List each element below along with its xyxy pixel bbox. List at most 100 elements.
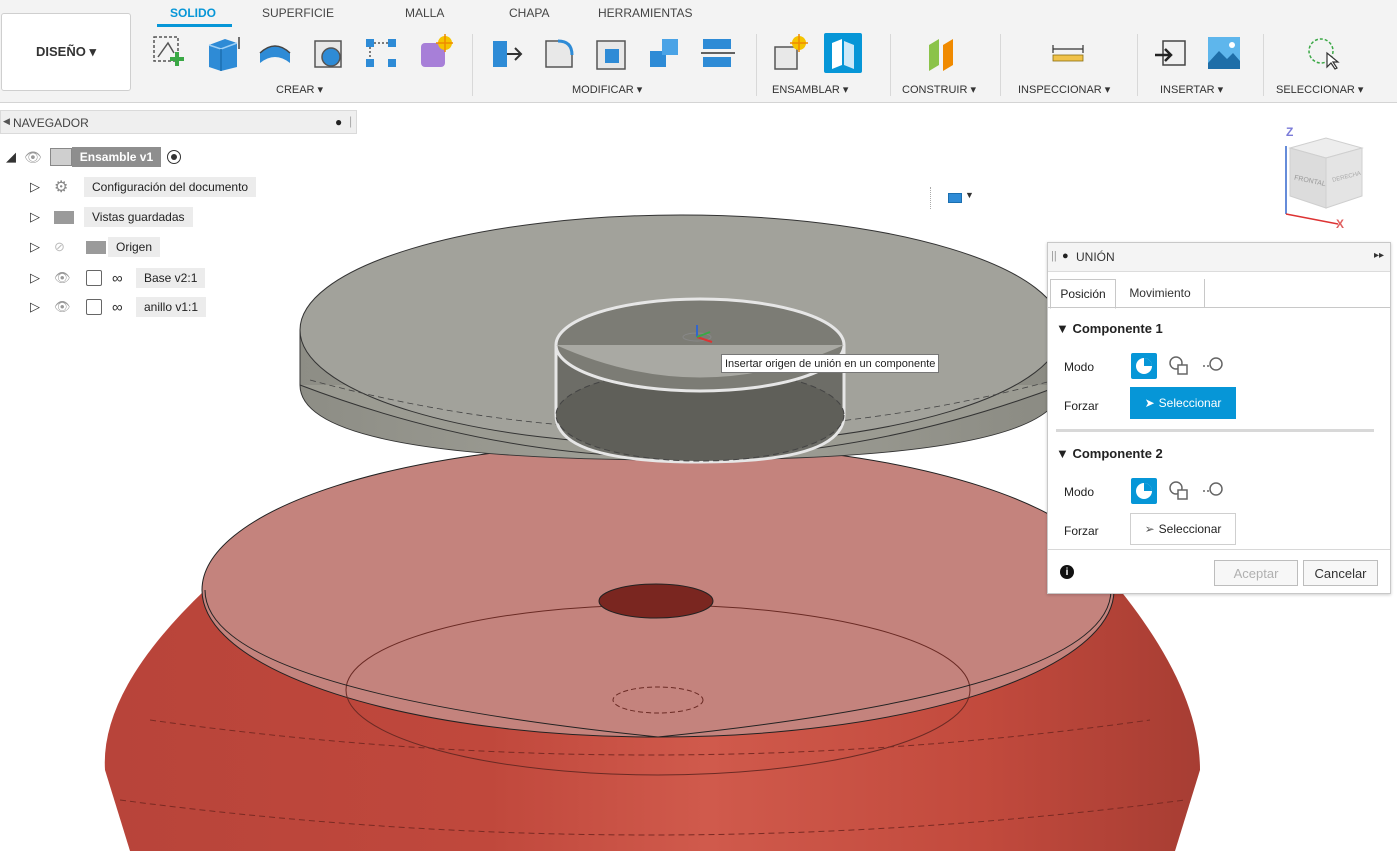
expand-panel-icon[interactable]: ▸▸ [1374, 250, 1384, 261]
cancel-button[interactable]: Cancelar [1303, 560, 1378, 586]
grip-icon[interactable]: || [1051, 250, 1057, 262]
collapse-triangle-icon[interactable]: ◢ [6, 149, 16, 165]
view-cube[interactable]: Z X FRONTAL DERECHA [1276, 124, 1372, 230]
eye-icon[interactable]: 👁 [54, 270, 86, 286]
group-modificar[interactable]: MODIFICAR ▾ [572, 83, 642, 96]
nav-item-label[interactable]: anillo v1:1 [136, 297, 207, 317]
tab-herramientas[interactable]: HERRAMIENTAS [598, 6, 692, 20]
expand-triangle-icon[interactable]: ▷ [30, 270, 54, 286]
base-hole [598, 583, 714, 619]
display-settings-toolbar[interactable]: ▼ [930, 185, 982, 211]
tab-movimiento[interactable]: Movimiento [1116, 279, 1205, 307]
loft-icon[interactable] [362, 33, 400, 73]
two-edge-intersection-icon[interactable] [1201, 353, 1227, 379]
root-component-label[interactable]: Ensamble v1 [71, 147, 162, 167]
component-icon [86, 299, 102, 315]
nav-root-row[interactable]: ◢ 👁 Ensamble v1 [6, 146, 182, 168]
construct-plane-icon[interactable] [923, 33, 961, 73]
link-icon: ∞ [112, 298, 123, 316]
expand-triangle-icon[interactable]: ▷ [30, 209, 54, 225]
collapse-arrow-icon[interactable]: ◀ [3, 116, 10, 127]
mode-label: Modo [1064, 485, 1095, 499]
between-two-faces-icon[interactable] [1166, 478, 1192, 504]
nav-item-label[interactable]: Base v2:1 [136, 268, 206, 288]
divider [1056, 429, 1374, 432]
gear-icon: ⚙ [54, 179, 69, 196]
dropdown-arrow-icon[interactable]: ▼ [965, 190, 974, 200]
snap-label: Forzar [1064, 399, 1099, 413]
eye-icon[interactable]: 👁 [54, 299, 86, 315]
simple-mode-icon[interactable] [1131, 353, 1157, 379]
separator [1000, 34, 1001, 96]
eye-hidden-icon[interactable]: ⊘ [54, 239, 86, 255]
component1-select-button[interactable]: ➤ Seleccionar [1130, 387, 1236, 419]
display-mode-icon[interactable] [948, 193, 962, 203]
panel-grip-icon[interactable]: | [349, 114, 352, 128]
shell-icon[interactable] [593, 33, 631, 73]
between-two-faces-icon[interactable] [1166, 353, 1192, 379]
sweep-icon[interactable] [309, 33, 347, 73]
press-pull-icon[interactable] [487, 33, 525, 73]
insert-canvas-icon[interactable] [1205, 33, 1243, 73]
tooltip: Insertar origen de unión en un component… [721, 354, 940, 373]
expand-triangle-icon[interactable]: ▷ [30, 239, 54, 255]
component1-title[interactable]: ▼ Componente 1 [1056, 321, 1163, 336]
nav-item[interactable]: ▷ ⊘ Origen [30, 236, 161, 258]
cursor-icon: ➢ [1144, 522, 1155, 536]
revolve-icon[interactable] [256, 33, 294, 73]
grip-icon[interactable] [930, 187, 935, 209]
tab-solido[interactable]: SOLIDO [170, 6, 216, 20]
select-icon[interactable] [1305, 33, 1343, 73]
separator [756, 34, 757, 96]
pin-icon[interactable]: ● [1062, 250, 1069, 262]
eye-icon[interactable]: 👁 [24, 149, 42, 166]
expand-triangle-icon[interactable]: ▷ [30, 179, 54, 195]
measure-icon[interactable] [1049, 33, 1087, 73]
nav-item[interactable]: ▷ 👁 ∞ Base v2:1 [30, 267, 206, 289]
group-insertar[interactable]: INSERTAR ▾ [1160, 83, 1223, 96]
nav-item-label[interactable]: Vistas guardadas [84, 207, 193, 227]
component2-select-button[interactable]: ➢ Seleccionar [1130, 513, 1236, 545]
extrude-icon[interactable] [203, 33, 241, 73]
nav-item[interactable]: ▷ 👁 ∞ anillo v1:1 [30, 296, 207, 318]
separator [890, 34, 891, 96]
nav-item[interactable]: ▷ ⚙ Configuración del documento [30, 176, 257, 198]
ok-button[interactable]: Aceptar [1214, 560, 1298, 586]
new-component-icon[interactable] [771, 33, 809, 73]
group-seleccionar[interactable]: SELECCIONAR ▾ [1276, 83, 1363, 96]
select-label: Seleccionar [1158, 396, 1222, 410]
create-sketch-icon[interactable] [150, 33, 188, 73]
tab-chapa[interactable]: CHAPA [509, 6, 549, 20]
split-body-icon[interactable] [699, 33, 737, 73]
fillet-icon[interactable] [540, 33, 578, 73]
nav-item[interactable]: ▷ Vistas guardadas [30, 206, 193, 228]
pin-icon[interactable]: ● [335, 115, 342, 129]
union-dialog: || ● UNIÓN ▸▸ Posición Movimiento ▼ Comp… [1047, 242, 1391, 594]
group-crear[interactable]: CREAR ▾ [276, 83, 323, 96]
expand-triangle-icon[interactable]: ▷ [30, 299, 54, 315]
activate-radio-icon[interactable] [167, 150, 182, 164]
tab-posicion[interactable]: Posición [1050, 279, 1116, 309]
nav-item-label[interactable]: Origen [108, 237, 161, 257]
group-ensamblar[interactable]: ENSAMBLAR ▾ [772, 83, 848, 96]
combine-icon[interactable] [646, 33, 684, 73]
snap-label: Forzar [1064, 524, 1099, 538]
group-construir[interactable]: CONSTRUIR ▾ [902, 83, 976, 96]
design-workspace-button[interactable]: DISEÑO ▾ [1, 13, 131, 91]
joint-icon[interactable] [824, 33, 862, 73]
tab-superficie[interactable]: SUPERFICIE [262, 6, 334, 20]
navigator-header[interactable]: ◀ NAVEGADOR ● | [0, 110, 357, 134]
separator [1263, 34, 1264, 96]
union-dialog-header[interactable]: || ● UNIÓN ▸▸ [1048, 243, 1390, 272]
tab-malla[interactable]: MALLA [405, 6, 444, 20]
group-inspeccionar[interactable]: INSPECCIONAR ▾ [1018, 83, 1110, 96]
nav-item-label[interactable]: Configuración del documento [84, 177, 257, 197]
info-icon[interactable]: i [1060, 565, 1074, 579]
two-edge-intersection-icon[interactable] [1201, 478, 1227, 504]
insert-derive-icon[interactable] [1153, 33, 1191, 73]
simple-mode-icon[interactable] [1131, 478, 1157, 504]
component2-title[interactable]: ▼ Componente 2 [1056, 446, 1163, 461]
divider [1048, 549, 1390, 550]
toolbar: DISEÑO ▾ SOLIDO SUPERFICIE MALLA CHAPA H… [0, 0, 1397, 103]
create-form-icon[interactable] [415, 33, 453, 73]
